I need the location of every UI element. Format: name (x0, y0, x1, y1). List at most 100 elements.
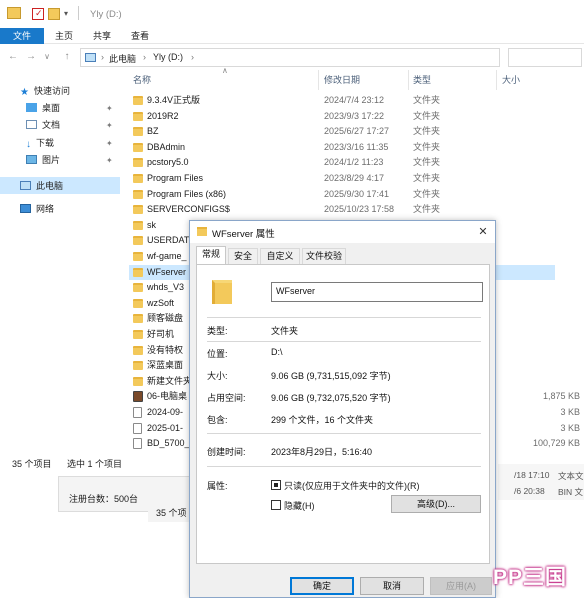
file-row[interactable]: BZ 2025/6/27 17:27 文件夹 (129, 124, 555, 140)
download-icon: ↓ (26, 139, 31, 150)
folder-name-input[interactable]: WFserver (271, 282, 483, 302)
up-arrow-icon[interactable]: ↑ (60, 50, 74, 64)
address-bar[interactable]: › 此电脑 › Yly (D:) › (80, 48, 500, 67)
nav-item-this-pc[interactable]: 此电脑 (20, 178, 63, 194)
file-type: 文件夹 (413, 126, 441, 137)
file-date: 2024/7/4 23:12 (324, 95, 385, 105)
background-row-date: /18 17:10 (514, 470, 550, 480)
nav-item-desktop[interactable]: 桌面 (26, 100, 60, 116)
file-row[interactable]: pcstory5.0 2024/1/2 11:23 文件夹 (129, 155, 555, 171)
star-icon: ★ (20, 87, 29, 98)
divider (207, 466, 481, 467)
file-row[interactable]: Program Files (x86) 2025/9/30 17:41 文件夹 (129, 187, 555, 203)
file-row[interactable]: SERVERCONFIGS$ 2025/10/23 17:58 文件夹 (129, 202, 555, 218)
file-size: 1,875 KB (542, 391, 580, 402)
folder-icon (133, 298, 143, 308)
close-icon[interactable]: ✕ (474, 223, 492, 241)
breadcrumb-drive[interactable]: Yly (D:) (153, 52, 183, 62)
readonly-checkbox[interactable] (271, 480, 281, 490)
nav-item-downloads[interactable]: ↓ 下载 (26, 135, 54, 151)
file-row[interactable]: DBAdmin 2023/3/16 11:35 文件夹 (129, 140, 555, 156)
folder-icon (133, 345, 143, 355)
nav-item-quick-access[interactable]: ★ 快速访问 (20, 83, 70, 99)
nav-item-label: 文档 (42, 120, 61, 130)
breadcrumb-chevron-icon: › (101, 52, 104, 62)
tab-file-verify[interactable]: 文件校验 (302, 248, 346, 264)
folder-icon (133, 174, 143, 183)
hidden-checkbox[interactable] (271, 500, 281, 510)
file-icon (133, 438, 142, 450)
readonly-checkbox-label[interactable]: 只读(仅应用于文件夹中的文件)(R) (284, 479, 420, 492)
forward-arrow-icon[interactable]: → (24, 50, 38, 64)
file-date: 2023/8/29 4:17 (324, 173, 385, 183)
tab-home[interactable]: 主页 (48, 28, 80, 44)
file-name: 2019R2 (147, 110, 179, 121)
file-row[interactable]: 2019R2 2023/9/3 17:22 文件夹 (129, 109, 555, 125)
network-icon (20, 204, 31, 213)
nav-item-documents[interactable]: 文档 (26, 117, 60, 133)
file-date: 2023/3/16 11:35 (324, 141, 389, 152)
dialog-title-bar: WFserver 属性 ✕ (190, 221, 495, 243)
file-size: 3 KB (560, 422, 580, 433)
search-box[interactable] (508, 48, 582, 67)
background-row-type: BIN 文 (558, 487, 584, 497)
file-name: SERVERCONFIGS$ (147, 204, 230, 215)
column-divider[interactable] (496, 70, 497, 90)
column-divider[interactable] (318, 70, 319, 90)
pictures-icon (26, 155, 37, 164)
folder-icon (133, 361, 143, 371)
general-tab-panel: WFserver 类型: 文件夹 位置: D:\ 大小: 9.06 GB (9,… (196, 264, 490, 564)
folder-icon (133, 205, 143, 215)
tab-customize[interactable]: 自定义 (260, 248, 300, 264)
back-arrow-icon[interactable]: ← (6, 50, 20, 64)
tab-view[interactable]: 查看 (124, 28, 156, 44)
dialog-title: WFserver 属性 (212, 229, 275, 240)
quick-access-dropdown-icon[interactable]: ▾ (64, 9, 68, 18)
background-row-date: /6 20:38 (514, 486, 545, 496)
advanced-button[interactable]: 高级(D)... (391, 495, 481, 513)
nav-item-network[interactable]: 网络 (20, 201, 54, 217)
nav-item-label: 此电脑 (36, 181, 64, 191)
cancel-button[interactable]: 取消 (360, 577, 424, 595)
image-file-icon (133, 391, 143, 403)
file-row[interactable]: Program Files 2023/8/29 4:17 文件夹 (129, 171, 555, 187)
file-date: 2025/10/23 17:58 (324, 204, 395, 215)
tab-share[interactable]: 共享 (86, 28, 118, 44)
file-type: 文件夹 (413, 157, 441, 168)
file-size: 3 KB (560, 407, 580, 417)
background-window-status: 35 个项 (148, 498, 190, 522)
folder-icon (133, 376, 143, 386)
apply-button[interactable]: 应用(A) (430, 577, 492, 595)
folder-icon (133, 127, 143, 137)
new-folder-quick-icon[interactable] (48, 8, 60, 20)
recent-locations-chevron-icon[interactable]: ∨ (40, 50, 54, 64)
type-label: 类型: (207, 326, 228, 336)
folder-icon (133, 330, 143, 339)
folder-icon (133, 189, 143, 199)
folder-icon (133, 158, 143, 168)
column-header-name[interactable]: 名称 (133, 72, 151, 88)
column-header-type[interactable]: 类型 (413, 72, 431, 88)
hidden-checkbox-label[interactable]: 隐藏(H) (284, 499, 315, 512)
file-date: 2023/9/3 17:22 (324, 110, 385, 121)
tab-security[interactable]: 安全 (228, 248, 258, 264)
folder-icon (133, 252, 143, 261)
ribbon-tabs: 文件 主页 共享 查看 (0, 28, 584, 44)
column-header-size[interactable]: 大小 (502, 72, 520, 88)
tab-general[interactable]: 常规 (196, 246, 226, 264)
file-date: 2024/1/2 11:23 (324, 157, 384, 168)
status-selected-count: 选中 1 个项目 (67, 459, 123, 469)
location-label: 位置: (207, 349, 228, 359)
column-divider[interactable] (408, 70, 409, 90)
ok-button[interactable]: 确定 (290, 577, 354, 595)
column-header-date[interactable]: 修改日期 (324, 72, 360, 88)
file-row[interactable]: 9.3.4V正式版 2024/7/4 23:12 文件夹 (129, 93, 555, 109)
properties-quick-icon[interactable]: ✓ (32, 8, 44, 20)
nav-item-pictures[interactable]: 图片 (26, 152, 60, 168)
background-window-rows: /18 17:10 文本文 /6 20:38 BIN 文 (498, 464, 584, 500)
folder-icon (133, 142, 143, 152)
breadcrumb-this-pc[interactable]: 此电脑 (109, 52, 136, 65)
folder-icon (133, 267, 143, 277)
tab-file[interactable]: 文件 (0, 28, 44, 44)
file-icon (133, 407, 142, 418)
